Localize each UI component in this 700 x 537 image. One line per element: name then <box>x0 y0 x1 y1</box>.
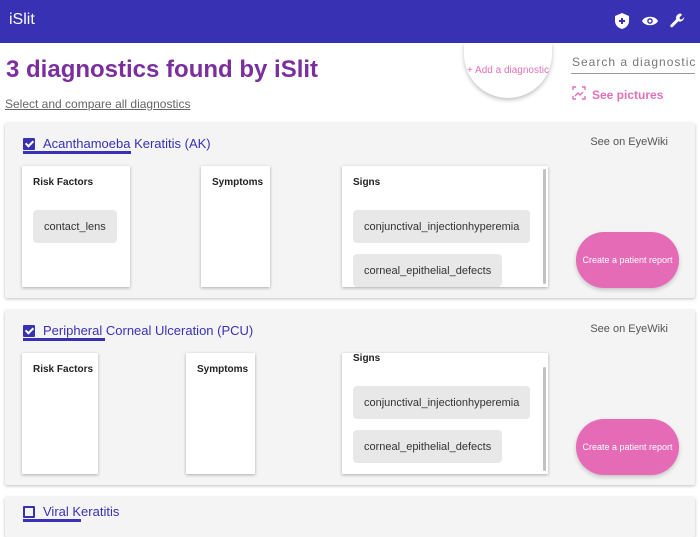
diagnostic-checkbox[interactable] <box>23 137 35 150</box>
eye-icon[interactable] <box>642 11 658 31</box>
diagnostic-card: Peripheral Corneal Ulceration (PCU) See … <box>5 310 695 485</box>
diagnostic-checkbox[interactable] <box>23 505 35 518</box>
shield-plus-icon[interactable] <box>614 11 630 31</box>
symptoms-heading: Symptoms <box>197 364 249 375</box>
diagnostic-title-row: Peripheral Corneal Ulceration (PCU) <box>23 323 253 338</box>
risk-factors-heading: Risk Factors <box>33 177 94 188</box>
sign-chip[interactable]: conjunctival_injectionhyperemia <box>353 386 531 419</box>
diagnostic-card: Acanthamoeba Keratitis (AK) See on EyeWi… <box>5 123 695 298</box>
sign-chip[interactable]: corneal_epithelial_defects <box>353 430 503 463</box>
diagnostic-card: Viral Keratitis <box>5 497 695 537</box>
sign-chip[interactable]: conjunctival_injectionhyperemia <box>353 210 531 243</box>
create-patient-report-button[interactable]: Create a patient report <box>576 419 679 475</box>
sign-chip[interactable]: corneal_epithelial_defects <box>353 254 503 287</box>
see-on-eyewiki-link[interactable]: See on EyeWiki <box>590 136 668 148</box>
diagnostic-name[interactable]: Viral Keratitis <box>43 504 119 519</box>
symptoms-heading: Symptoms <box>212 177 264 188</box>
signs-panel: Signs conjunctival_injectionhyperemia co… <box>342 166 548 287</box>
diagnostic-title-row: Viral Keratitis <box>23 504 119 519</box>
see-pictures-button[interactable]: See pictures <box>572 86 663 103</box>
symptoms-panel: Symptoms <box>201 166 270 287</box>
search-diagnostic-input[interactable] <box>571 50 695 74</box>
add-diagnostic-button[interactable]: + Add a diagnostic <box>464 43 552 98</box>
risk-factors-heading: Risk Factors <box>33 364 94 375</box>
signs-heading: Signs <box>353 177 381 188</box>
diagnostic-checkbox[interactable] <box>23 324 35 337</box>
see-pictures-label: See pictures <box>592 87 664 102</box>
image-search-icon <box>572 86 586 103</box>
signs-scrollbar[interactable] <box>543 367 546 471</box>
diagnostic-name[interactable]: Acanthamoeba Keratitis (AK) <box>43 136 211 151</box>
page-title: 3 diagnostics found by iSlit <box>6 56 319 83</box>
toolbar-icons <box>614 11 686 31</box>
title-underline <box>23 338 105 341</box>
signs-panel: Signs conjunctival_injectionhyperemia co… <box>342 353 548 474</box>
diagnostic-name[interactable]: Peripheral Corneal Ulceration (PCU) <box>43 323 253 338</box>
signs-heading: Signs <box>353 353 381 364</box>
symptoms-panel: Symptoms <box>186 353 255 474</box>
signs-scrollbar[interactable] <box>543 169 546 284</box>
title-underline <box>23 151 131 154</box>
title-underline <box>23 519 81 522</box>
risk-factor-chip[interactable]: contact_lens <box>33 210 117 243</box>
risk-factors-panel: Risk Factors <box>22 353 98 474</box>
select-compare-all-link[interactable]: Select and compare all diagnostics <box>5 97 190 111</box>
app-bar: iSlit <box>0 0 700 43</box>
create-patient-report-button[interactable]: Create a patient report <box>576 232 679 288</box>
risk-factors-panel: Risk Factors contact_lens <box>22 166 130 287</box>
wrench-icon[interactable] <box>670 11 686 31</box>
app-brand[interactable]: iSlit <box>9 11 35 29</box>
see-on-eyewiki-link[interactable]: See on EyeWiki <box>590 323 668 335</box>
diagnostic-title-row: Acanthamoeba Keratitis (AK) <box>23 136 211 151</box>
